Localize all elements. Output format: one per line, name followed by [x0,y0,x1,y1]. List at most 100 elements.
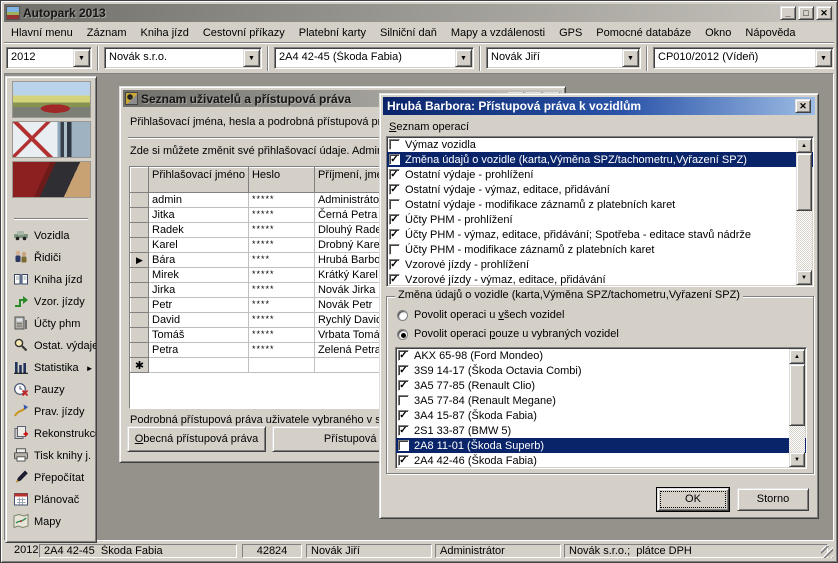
minimize-button[interactable]: _ [780,6,796,20]
checkbox-icon[interactable]: ✓ [389,259,400,270]
menu-item-silni-n-da-[interactable]: Silniční daň [373,24,444,42]
row-selector[interactable] [131,328,149,343]
menu-item-hlavn-menu[interactable]: Hlavní menu [4,24,80,42]
ok-button[interactable]: OK [657,488,729,511]
sidebar-item-statistika[interactable]: Statistika► [9,357,95,379]
checkbox-icon[interactable]: ✓ [398,455,409,466]
row-selector[interactable] [131,208,149,223]
checkbox-list-item[interactable]: ✓Ostatní výdaje - výmaz, editace, přidáv… [387,182,813,197]
checkbox-icon[interactable]: ✓ [398,425,409,436]
vertical-scrollbar[interactable]: ▲▼ [789,349,805,467]
cell-login[interactable]: David [149,313,249,328]
chevron-down-icon[interactable]: ▼ [243,49,260,67]
cell-password[interactable]: ***** [248,328,314,343]
cell-login[interactable]: Petr [149,298,249,313]
sidebar-item-tisk-knihy-j-[interactable]: Tisk knihy j. [9,445,95,467]
cell-password[interactable]: **** [248,253,314,268]
radio-icon[interactable] [397,329,408,340]
new-record-marker[interactable]: ✱ [131,358,149,373]
checkbox-list-item[interactable]: ✓Vzorové jízdy - prohlížení [387,257,813,272]
sidebar-item-vozidla[interactable]: Vozidla [9,225,95,247]
cell-password[interactable] [248,358,314,373]
checkbox-icon[interactable]: ✓ [389,154,400,165]
checkbox-icon[interactable]: ✓ [398,365,409,376]
checkbox-icon[interactable]: ✓ [389,184,400,195]
menu-item-okno[interactable]: Okno [698,24,738,42]
sidebar-item-kniha-jízd[interactable]: Kniha jízd [9,269,95,291]
checkbox-list-item[interactable]: ✓Ostatní výdaje - prohlížení [387,167,813,182]
checkbox-icon[interactable]: ✓ [389,169,400,180]
cell-login[interactable]: Jirka [149,283,249,298]
vehicle-combobox[interactable]: 2A4 42-45 (Škoda Fabia)▼ [274,47,474,69]
row-selector[interactable]: ▶ [131,253,149,268]
sidebar-item-mapy[interactable]: Mapy [9,511,95,533]
sidebar-item-prav-jízdy[interactable]: Prav. jízdy [9,401,95,423]
checkbox-icon[interactable] [389,139,400,150]
checkbox-list-item[interactable]: ✓2S1 33-87 (BMW 5) [396,423,806,438]
radio-icon[interactable] [397,310,408,321]
cell-password[interactable]: ***** [248,313,314,328]
scroll-up-icon[interactable]: ▲ [789,349,805,364]
checkbox-icon[interactable]: ✓ [398,380,409,391]
general-rights-button[interactable]: Obecná přístupová práva [127,426,266,452]
menu-item-z-znam[interactable]: Záznam [80,24,134,42]
cell-password[interactable]: ***** [248,208,314,223]
dialog-close-button[interactable]: ✕ [795,99,811,113]
driver-combobox[interactable]: Novák Jiří▼ [486,47,641,69]
sidebar-item-pauzy[interactable]: Pauzy [9,379,95,401]
checkbox-icon[interactable]: ✓ [389,274,400,285]
cell-login[interactable]: Petra [149,343,249,358]
checkbox-list-item[interactable]: ✓Účty PHM - prohlížení [387,212,813,227]
cell-password[interactable]: ***** [248,223,314,238]
row-selector[interactable] [131,313,149,328]
sidebar-item-účty-phm[interactable]: Účty phm [9,313,95,335]
radio-selected-vehicles[interactable]: Povolit operaci pouze u vybraných vozide… [397,328,619,340]
checkbox-icon[interactable]: ✓ [398,350,409,361]
cell-password[interactable]: **** [248,298,314,313]
menu-item-mapy-a-vzd-lenosti[interactable]: Mapy a vzdálenosti [444,24,552,42]
sidebar-item-rekonstrukce[interactable]: Rekonstrukce [9,423,95,445]
checkbox-list-item[interactable]: ✓3A4 15-87 (Škoda Fabia) [396,408,806,423]
checkbox-icon[interactable] [389,199,400,210]
checkbox-list-item[interactable]: ✓2A4 42-46 (Škoda Fabia) [396,453,806,468]
scroll-down-icon[interactable]: ▼ [789,452,805,467]
checkbox-icon[interactable]: ✓ [389,229,400,240]
row-selector[interactable] [131,238,149,253]
row-selector[interactable] [131,193,149,208]
checkbox-list-item[interactable]: Účty PHM - modifikace záznamů z platební… [387,242,813,257]
cell-login[interactable]: Tomáš [149,328,249,343]
column-header[interactable]: Přihlašovací jméno [149,168,249,193]
checkbox-list-item[interactable]: Výmaz vozidla [387,137,813,152]
cell-login[interactable]: Jitka [149,208,249,223]
checkbox-list-item[interactable]: Ostatní výdaje - modifikace záznamů z pl… [387,197,813,212]
cell-password[interactable]: ***** [248,283,314,298]
chevron-down-icon[interactable]: ▼ [622,49,639,67]
checkbox-list-item[interactable]: 2A8 11-01 (Škoda Superb) [396,438,806,453]
company-combobox[interactable]: Novák s.r.o.▼ [104,47,262,69]
year-combobox[interactable]: 2012▼ [6,47,92,69]
cell-login[interactable]: Karel [149,238,249,253]
column-header[interactable]: Heslo [248,168,314,193]
radio-all-vehicles[interactable]: Povolit operaci u všech vozidel [397,309,564,321]
cell-password[interactable]: ***** [248,238,314,253]
row-selector[interactable] [131,343,149,358]
row-selector[interactable] [131,298,149,313]
checkbox-icon[interactable]: ✓ [389,214,400,225]
row-selector[interactable] [131,283,149,298]
menu-item-n-pov-da[interactable]: Nápověda [738,24,802,42]
sidebar-item-vzor-jízdy[interactable]: Vzor. jízdy [9,291,95,313]
checkbox-list-item[interactable]: ✓Vzorové jízdy - výmaz, editace, přidává… [387,272,813,287]
checkbox-list-item[interactable]: ✓Účty PHM - výmaz, editace, přidávání; S… [387,227,813,242]
checkbox-icon[interactable] [389,244,400,255]
scrollbar-thumb[interactable] [789,364,805,426]
checkbox-list-item[interactable]: ✓3A5 77-85 (Renault Clio) [396,378,806,393]
checkbox-list-item[interactable]: ✓3S9 14-17 (Škoda Octavia Combi) [396,363,806,378]
menu-item-platebn-karty[interactable]: Platební karty [292,24,373,42]
cancel-button[interactable]: Storno [737,488,809,511]
menu-item-cestovn-p-kazy[interactable]: Cestovní příkazy [196,24,292,42]
maximize-button[interactable]: □ [798,6,814,20]
cell-password[interactable]: ***** [248,268,314,283]
checkbox-icon[interactable]: ✓ [398,410,409,421]
sidebar-item-přepočítat[interactable]: Přepočítat [9,467,95,489]
close-button[interactable]: ✕ [816,6,832,20]
